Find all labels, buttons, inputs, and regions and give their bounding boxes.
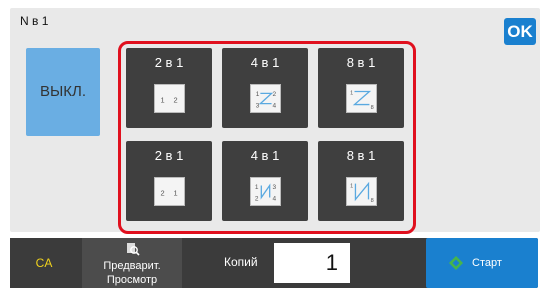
four-page-z-icon: 1 2 3 4 — [250, 84, 281, 113]
copies-input[interactable]: 1 — [274, 243, 350, 283]
four-page-n-icon: 1 3 2 4 — [250, 177, 281, 206]
svg-text:1: 1 — [350, 183, 353, 189]
layout-label: 4 в 1 — [250, 148, 280, 163]
svg-text:1: 1 — [256, 91, 260, 98]
svg-text:4: 4 — [273, 102, 277, 109]
eight-page-z-icon: 1 8 — [346, 84, 377, 113]
clear-all-button[interactable]: CA — [10, 238, 78, 288]
svg-text:3: 3 — [273, 184, 277, 191]
ok-button[interactable]: OK — [504, 18, 536, 45]
off-button[interactable]: ВЫКЛ. — [26, 48, 100, 136]
layout-4in1-n-order[interactable]: 4 в 1 1 3 2 4 — [222, 141, 308, 221]
layout-2in1-right-to-left[interactable]: 2 в 1 2 1 — [126, 141, 212, 221]
page-title: N в 1 — [20, 14, 49, 28]
svg-text:8: 8 — [371, 198, 374, 204]
layout-2in1-left-to-right[interactable]: 2 в 1 1 2 — [126, 48, 212, 128]
start-diamond-icon — [449, 256, 463, 270]
svg-text:2: 2 — [173, 96, 177, 105]
eight-page-n-icon: 1 8 — [346, 177, 377, 206]
layout-label: 8 в 1 — [346, 55, 376, 70]
layout-8in1-z-order[interactable]: 8 в 1 1 8 — [318, 48, 404, 128]
svg-text:8: 8 — [371, 105, 374, 111]
copies-control: Копий 1 — [208, 238, 368, 288]
start-button[interactable]: Старт — [426, 238, 538, 288]
svg-text:1: 1 — [255, 184, 259, 191]
svg-text:1: 1 — [173, 189, 177, 198]
svg-text:1: 1 — [350, 90, 353, 96]
svg-text:1: 1 — [160, 96, 164, 105]
settings-panel: N в 1 OK ВЫКЛ. 2 в 1 1 2 4 в 1 1 2 3 4 8… — [10, 8, 540, 234]
layout-label: 2 в 1 — [154, 148, 184, 163]
n-in-1-screen: N в 1 OK ВЫКЛ. 2 в 1 1 2 4 в 1 1 2 3 4 8… — [0, 0, 548, 296]
preview-magnifier-icon — [127, 243, 140, 256]
two-page-ltr-icon: 1 2 — [154, 84, 185, 113]
two-page-rtl-icon: 2 1 — [154, 177, 185, 206]
copies-label: Копий — [224, 255, 258, 269]
layout-label: 8 в 1 — [346, 148, 376, 163]
layout-label: 4 в 1 — [250, 55, 280, 70]
svg-text:2: 2 — [160, 189, 164, 198]
preview-label-line2: Просмотр — [106, 274, 158, 286]
svg-text:3: 3 — [256, 102, 260, 109]
svg-text:4: 4 — [273, 195, 277, 202]
start-label: Старт — [472, 257, 502, 269]
layout-8in1-n-order[interactable]: 8 в 1 1 8 — [318, 141, 404, 221]
svg-text:2: 2 — [273, 91, 277, 98]
preview-button[interactable]: Предварит. Просмотр — [82, 238, 182, 288]
svg-text:2: 2 — [255, 195, 259, 202]
preview-label-line1: Предварит. — [103, 260, 161, 272]
layout-label: 2 в 1 — [154, 55, 184, 70]
layout-4in1-z-order[interactable]: 4 в 1 1 2 3 4 — [222, 48, 308, 128]
